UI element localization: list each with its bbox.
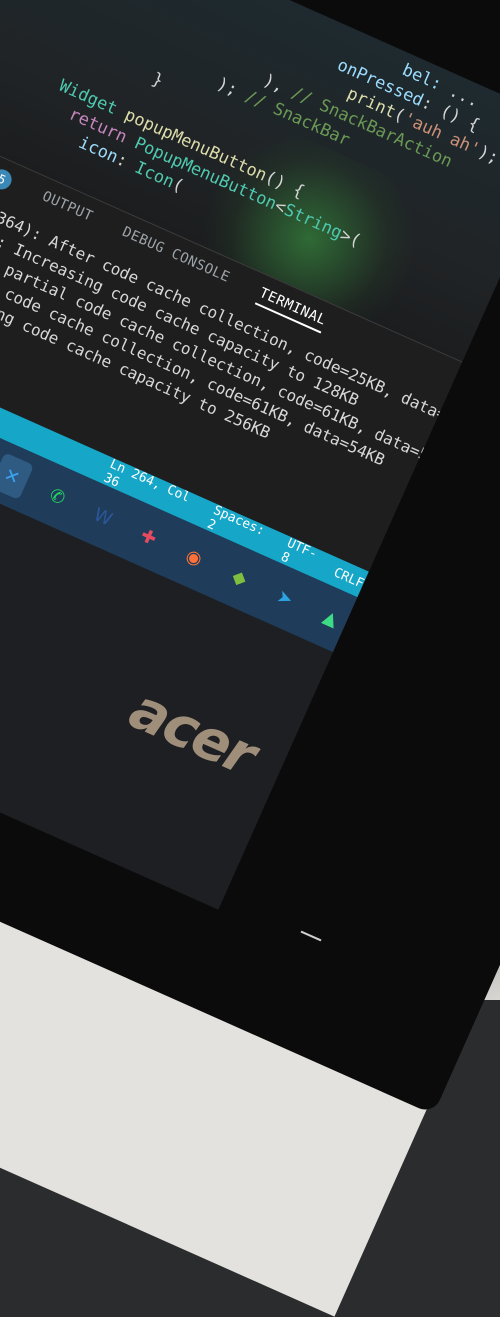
firefox-icon[interactable]: ◉ <box>172 534 217 582</box>
tab-label: OUTPUT <box>39 188 96 225</box>
word-icon[interactable]: W <box>81 493 126 541</box>
whatsapp-icon[interactable]: ✆ <box>35 473 80 521</box>
app-red-icon[interactable]: ✚ <box>126 513 171 561</box>
telegram-icon[interactable]: ➤ <box>263 574 308 622</box>
app-multicolor-icon[interactable]: ◆ <box>217 554 262 602</box>
vscode-icon[interactable]: ✕ <box>0 452 35 501</box>
problems-count-badge: 5 <box>0 166 16 193</box>
